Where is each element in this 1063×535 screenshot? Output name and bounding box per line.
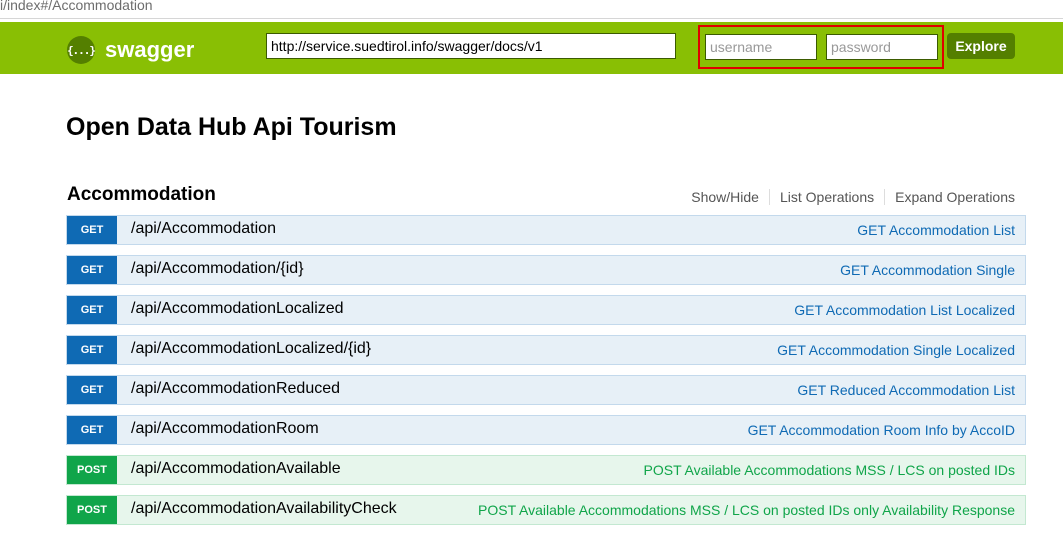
operation-path[interactable]: /api/AccommodationAvailabilityCheck: [131, 500, 397, 518]
method-badge[interactable]: GET: [67, 336, 117, 364]
list-operations-link[interactable]: List Operations: [768, 189, 884, 205]
operation-summary[interactable]: GET Accommodation Single: [840, 262, 1015, 278]
operation-summary[interactable]: POST Available Accommodations MSS / LCS …: [478, 502, 1015, 518]
resource-options: Show/Hide List Operations Expand Operati…: [681, 189, 1015, 205]
method-badge[interactable]: POST: [67, 456, 117, 484]
method-badge[interactable]: GET: [67, 376, 117, 404]
swagger-logo-icon: {...}: [67, 36, 96, 64]
operation-summary[interactable]: POST Available Accommodations MSS / LCS …: [644, 462, 1015, 478]
operation-path[interactable]: /api/AccommodationReduced: [131, 380, 340, 398]
swagger-logo[interactable]: {...} swagger: [67, 36, 195, 64]
operation-summary[interactable]: GET Accommodation List Localized: [794, 302, 1015, 318]
operation-summary[interactable]: GET Accommodation Single Localized: [777, 342, 1015, 358]
operations-list: GET /api/Accommodation GET Accommodation…: [66, 215, 1026, 535]
method-badge[interactable]: GET: [67, 416, 117, 444]
explore-button[interactable]: Explore: [947, 33, 1015, 59]
operation-row[interactable]: GET /api/Accommodation GET Accommodation…: [66, 215, 1026, 245]
operation-row[interactable]: GET /api/AccommodationLocalized/{id} GET…: [66, 335, 1026, 365]
operation-row[interactable]: GET /api/AccommodationRoom GET Accommoda…: [66, 415, 1026, 445]
method-badge[interactable]: GET: [67, 216, 117, 244]
method-badge[interactable]: POST: [67, 496, 117, 524]
resource-heading[interactable]: Accommodation: [67, 184, 216, 206]
operation-path[interactable]: /api/Accommodation/{id}: [131, 260, 304, 278]
operation-row[interactable]: GET /api/AccommodationLocalized GET Acco…: [66, 295, 1026, 325]
operation-summary[interactable]: GET Accommodation Room Info by AccoID: [748, 422, 1015, 438]
password-input[interactable]: [826, 34, 938, 60]
operation-row[interactable]: POST /api/AccommodationAvailabilityCheck…: [66, 495, 1026, 525]
operation-path[interactable]: /api/AccommodationLocalized/{id}: [131, 340, 371, 358]
operation-path[interactable]: /api/AccommodationAvailable: [131, 460, 341, 478]
expand-operations-link[interactable]: Expand Operations: [884, 189, 1015, 205]
swagger-logo-text: swagger: [105, 37, 195, 62]
show-hide-link[interactable]: Show/Hide: [681, 189, 769, 205]
operation-summary[interactable]: GET Accommodation List: [857, 222, 1015, 238]
operation-path[interactable]: /api/Accommodation: [131, 220, 276, 238]
operation-path[interactable]: /api/AccommodationLocalized: [131, 300, 344, 318]
swagger-header: {...} swagger Explore: [0, 22, 1063, 74]
operation-summary[interactable]: GET Reduced Accommodation List: [797, 382, 1015, 398]
operation-row[interactable]: POST /api/AccommodationAvailable POST Av…: [66, 455, 1026, 485]
api-url-input[interactable]: [266, 33, 676, 59]
operation-row[interactable]: GET /api/Accommodation/{id} GET Accommod…: [66, 255, 1026, 285]
page-title: Open Data Hub Api Tourism: [66, 113, 397, 141]
method-badge[interactable]: GET: [67, 256, 117, 284]
method-badge[interactable]: GET: [67, 296, 117, 324]
operation-row[interactable]: GET /api/AccommodationReduced GET Reduce…: [66, 375, 1026, 405]
operation-path[interactable]: /api/AccommodationRoom: [131, 420, 319, 438]
browser-url-fragment: i/index#/Accommodation: [0, 0, 1063, 19]
username-input[interactable]: [705, 34, 817, 60]
auth-highlight-box: [698, 25, 944, 69]
